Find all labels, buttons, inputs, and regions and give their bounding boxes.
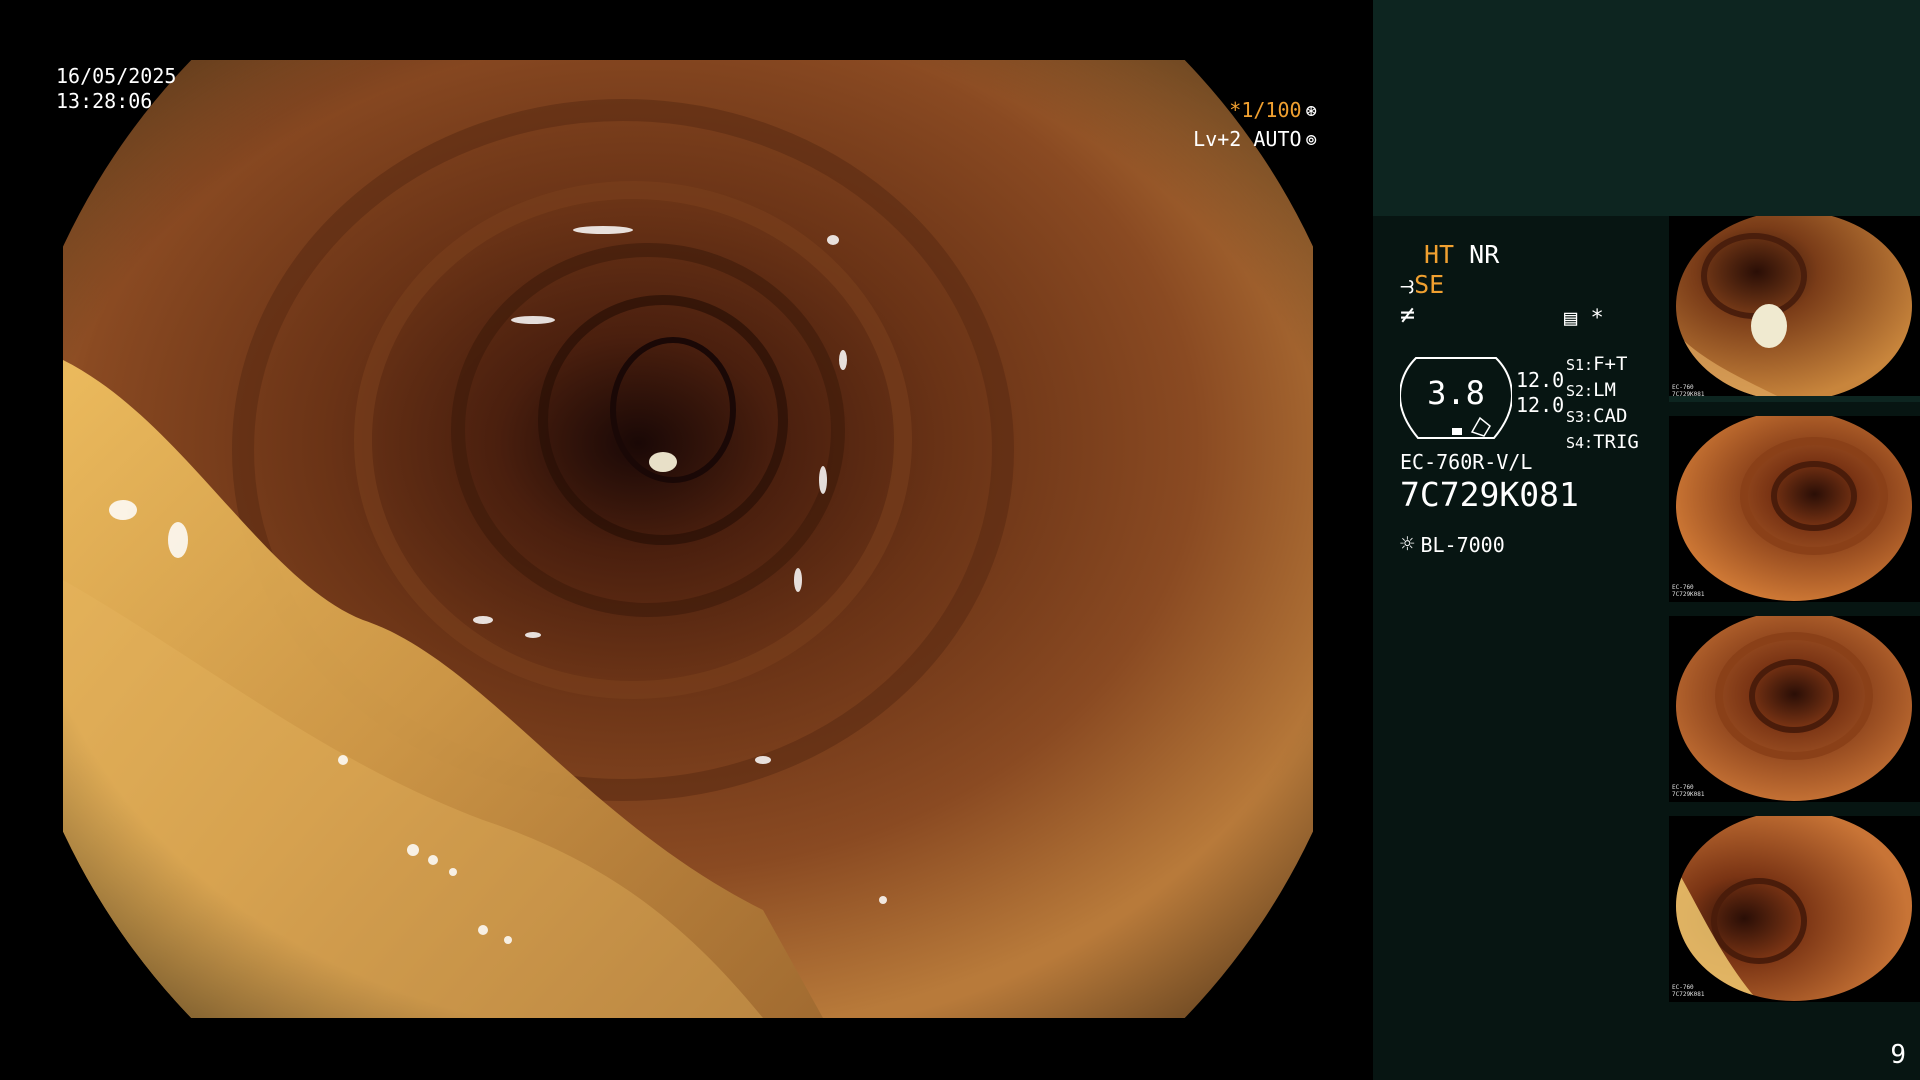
mode-nr: NR xyxy=(1469,240,1500,269)
shutter-icon: ⊛ xyxy=(1305,100,1317,122)
switch-key: S3: xyxy=(1566,408,1594,426)
freeze-row: ≠ xyxy=(1400,300,1415,330)
gauge-value: 3.8 xyxy=(1427,374,1485,412)
brightness-level-display: Lv+2 AUTO ⊚ xyxy=(1193,127,1317,151)
brightness-level-text: Lv+2 AUTO xyxy=(1193,127,1302,151)
thumbnail-caption: EC-760 7C729K081 xyxy=(1672,384,1705,398)
page-number: 9 xyxy=(1890,1040,1906,1070)
switch-value: TRIG xyxy=(1593,431,1639,453)
scope-switch-list: S1:F+T S2:LM S3:CAD S4:TRIG xyxy=(1566,352,1639,456)
thumbnail-3[interactable]: EC-760 7C729K081 xyxy=(1669,616,1920,802)
mode-row-se: ⥽SE xyxy=(1400,270,1444,300)
scope-serial: 7C729K081 xyxy=(1400,475,1579,514)
thumbnail-1[interactable]: EC-760 7C729K081 xyxy=(1669,216,1920,402)
scope-model: EC-760R-V/L xyxy=(1400,450,1533,474)
mode-row-ht-nr: HT NR xyxy=(1424,240,1499,270)
thumbnail-serial: 7C729K081 xyxy=(1672,991,1705,998)
enhance-icon: ⥽ xyxy=(1400,270,1415,299)
aux-value-1: 12.0 xyxy=(1516,368,1565,392)
switch-item: S4:TRIG xyxy=(1566,430,1639,456)
light-source-icon: ☼ xyxy=(1400,530,1415,558)
menu-indicator: ▤ * xyxy=(1564,306,1604,331)
thumbnail-column: EC-760 7C729K081 EC-760 7C729K081 EC-760… xyxy=(1669,216,1920,1016)
switch-key: S1: xyxy=(1566,356,1594,374)
menu-icon: ▤ xyxy=(1564,306,1578,331)
endoscopy-screen: 16/05/2025 13:28:06 *1/100 ⊛ Lv+2 AUTO ⊚ H… xyxy=(0,0,1920,1080)
pressure-gauge: 3.8 xyxy=(1398,350,1514,440)
thumbnail-image xyxy=(1669,216,1920,402)
thumbnail-model: EC-760 xyxy=(1672,784,1694,791)
switch-item: S3:CAD xyxy=(1566,404,1639,430)
date-text: 16/05/2025 xyxy=(56,64,177,88)
light-source-row: ☼ BL-7000 xyxy=(1400,530,1505,558)
time-text: 13:28:06 xyxy=(56,89,153,113)
aux-value-2: 12.0 xyxy=(1516,393,1565,417)
top-info-panel xyxy=(1373,0,1920,216)
thumbnail-caption: EC-760 7C729K081 xyxy=(1672,984,1705,998)
switch-key: S4: xyxy=(1566,434,1594,452)
star-indicator: * xyxy=(1590,306,1604,331)
switch-value: F+T xyxy=(1593,353,1628,375)
light-source-text: BL-7000 xyxy=(1420,533,1505,557)
thumbnail-serial: 7C729K081 xyxy=(1672,591,1705,598)
pump-icon xyxy=(1452,428,1462,435)
switch-item: S2:LM xyxy=(1566,378,1639,404)
scope-info-block: HT NR ⥽SE ≠ ▤ * 3.8 12.0 12.0 S1:F+T S2:… xyxy=(1398,240,1670,570)
thumbnail-model: EC-760 xyxy=(1672,384,1694,391)
thumbnail-caption: EC-760 7C729K081 xyxy=(1672,784,1705,798)
colon-lumen-image xyxy=(63,60,1313,1018)
thumbnail-serial: 7C729K081 xyxy=(1672,391,1705,398)
switch-value: CAD xyxy=(1593,405,1628,427)
switch-key: S2: xyxy=(1566,382,1594,400)
shutter-speed-display: *1/100 ⊛ xyxy=(1229,98,1317,122)
date-time-display: 16/05/2025 13:28:06 xyxy=(56,64,176,114)
mode-ht: HT xyxy=(1424,240,1455,269)
thumbnail-caption: EC-760 7C729K081 xyxy=(1672,584,1705,598)
thumbnail-image xyxy=(1669,616,1920,802)
iris-icon: ⊚ xyxy=(1305,129,1317,151)
thumbnail-model: EC-760 xyxy=(1672,584,1694,591)
freeze-icon: ≠ xyxy=(1400,300,1416,329)
shutter-speed-text: *1/100 xyxy=(1229,98,1302,122)
thumbnail-model: EC-760 xyxy=(1672,984,1694,991)
thumbnail-image xyxy=(1669,816,1920,1002)
switch-item: S1:F+T xyxy=(1566,352,1639,378)
thumbnail-2[interactable]: EC-760 7C729K081 xyxy=(1669,416,1920,602)
mode-se: SE xyxy=(1414,270,1445,299)
thumbnail-4[interactable]: EC-760 7C729K081 xyxy=(1669,816,1920,1002)
gauge-aux-values: 12.0 12.0 xyxy=(1516,368,1564,418)
thumbnail-image xyxy=(1669,416,1920,602)
endoscopic-view xyxy=(63,60,1313,1018)
switch-value: LM xyxy=(1593,379,1616,401)
thumbnail-serial: 7C729K081 xyxy=(1672,791,1705,798)
